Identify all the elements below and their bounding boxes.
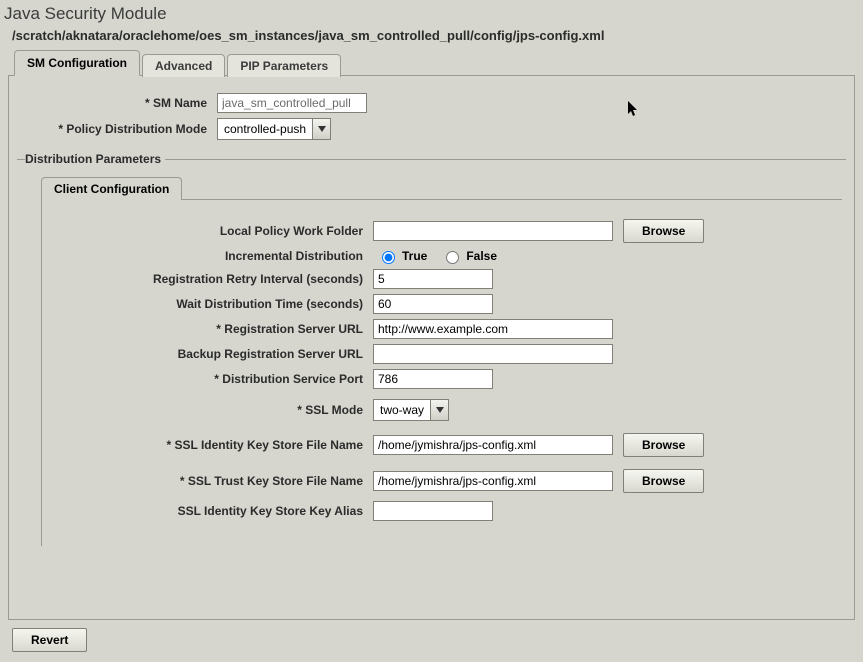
ssl-mode-label: * SSL Mode	[48, 403, 373, 417]
distribution-port-input[interactable]	[373, 369, 493, 389]
ssl-identity-keystore-input[interactable]	[373, 435, 613, 455]
backup-registration-url-label: Backup Registration Server URL	[48, 347, 373, 361]
backup-registration-url-input[interactable]	[373, 344, 613, 364]
retry-interval-input[interactable]	[373, 269, 493, 289]
wait-distribution-label: Wait Distribution Time (seconds)	[48, 297, 373, 311]
client-configuration-panel: Local Policy Work Folder Browse Incremen…	[41, 199, 842, 546]
sm-name-label: * SM Name	[17, 96, 217, 110]
tab-strip: SM Configuration Advanced PIP Parameters	[0, 49, 863, 75]
incremental-false-label: False	[466, 249, 497, 263]
registration-url-label: * Registration Server URL	[48, 322, 373, 336]
tab-sm-configuration[interactable]: SM Configuration	[14, 50, 140, 76]
incremental-false-option[interactable]: False	[441, 248, 497, 264]
page-title: Java Security Module	[0, 0, 863, 24]
ssl-mode-select[interactable]: two-way	[373, 399, 449, 421]
ssl-mode-value: two-way	[374, 400, 430, 420]
distribution-parameters-legend: Distribution Parameters	[25, 152, 165, 166]
registration-url-input[interactable]	[373, 319, 613, 339]
revert-button[interactable]: Revert	[12, 628, 87, 652]
browse-ssl-identity-button[interactable]: Browse	[623, 433, 704, 457]
chevron-down-icon	[312, 119, 330, 139]
config-file-path: /scratch/aknatara/oraclehome/oes_sm_inst…	[0, 24, 863, 49]
ssl-key-alias-input[interactable]	[373, 501, 493, 521]
incremental-true-label: True	[402, 249, 427, 263]
browse-local-policy-button[interactable]: Browse	[623, 219, 704, 243]
wait-distribution-input[interactable]	[373, 294, 493, 314]
sm-name-input[interactable]	[217, 93, 367, 113]
incremental-false-radio[interactable]	[446, 251, 459, 264]
ssl-key-alias-label: SSL Identity Key Store Key Alias	[48, 504, 373, 518]
sm-configuration-panel: * SM Name * Policy Distribution Mode con…	[8, 75, 855, 620]
local-policy-folder-input[interactable]	[373, 221, 613, 241]
tab-client-configuration[interactable]: Client Configuration	[41, 177, 182, 200]
policy-distribution-mode-label: * Policy Distribution Mode	[17, 122, 217, 136]
chevron-down-icon	[430, 400, 448, 420]
local-policy-folder-label: Local Policy Work Folder	[48, 224, 373, 238]
browse-ssl-trust-button[interactable]: Browse	[623, 469, 704, 493]
retry-interval-label: Registration Retry Interval (seconds)	[48, 272, 373, 286]
incremental-distribution-label: Incremental Distribution	[48, 249, 373, 263]
incremental-true-option[interactable]: True	[377, 248, 427, 264]
policy-distribution-mode-select[interactable]: controlled-push	[217, 118, 331, 140]
ssl-identity-keystore-label: * SSL Identity Key Store File Name	[48, 438, 373, 452]
ssl-trust-keystore-input[interactable]	[373, 471, 613, 491]
ssl-trust-keystore-label: * SSL Trust Key Store File Name	[48, 474, 373, 488]
policy-distribution-mode-value: controlled-push	[218, 119, 312, 139]
tab-pip-parameters[interactable]: PIP Parameters	[227, 54, 341, 77]
tab-advanced[interactable]: Advanced	[142, 54, 225, 77]
distribution-port-label: * Distribution Service Port	[48, 372, 373, 386]
distribution-parameters-group: Distribution Parameters Client Configura…	[17, 152, 846, 550]
incremental-true-radio[interactable]	[382, 251, 395, 264]
